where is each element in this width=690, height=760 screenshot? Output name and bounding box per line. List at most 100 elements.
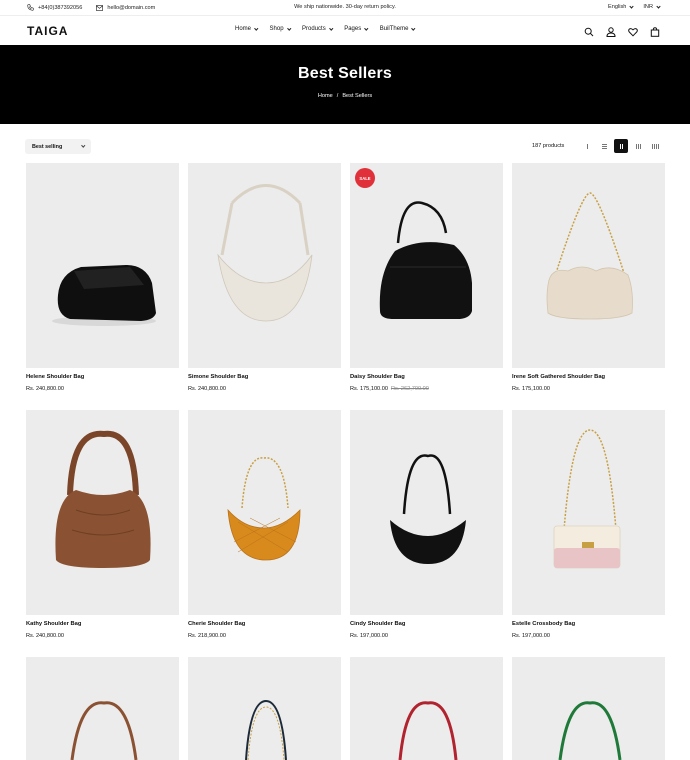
nav-home[interactable]: Home bbox=[235, 26, 259, 32]
chevron-down-icon bbox=[287, 26, 291, 30]
chevron-down-icon bbox=[329, 26, 333, 30]
bag-image bbox=[217, 184, 313, 322]
breadcrumb: Home / Best Sellers bbox=[0, 93, 690, 99]
page-title: Best Sellers bbox=[297, 65, 392, 82]
sort-value: Best selling bbox=[32, 143, 63, 150]
chevron-down-icon bbox=[656, 3, 661, 9]
bag-image bbox=[52, 265, 156, 326]
product-name[interactable]: Kathy Shoulder Bag bbox=[26, 621, 179, 627]
product-card[interactable]: Kathy Shoulder Bag Rs. 240,800.00 bbox=[26, 410, 179, 639]
product-image[interactable] bbox=[512, 410, 665, 615]
bag-image bbox=[379, 201, 472, 319]
product-image[interactable]: SALE bbox=[350, 163, 503, 368]
product-card[interactable]: Estelle Crossbody Bag Rs. 197,000.00 bbox=[512, 410, 665, 639]
breadcrumb-current: Best Sellers bbox=[342, 93, 373, 99]
email-contact[interactable]: hello@domain.com bbox=[96, 5, 155, 11]
sort-select[interactable]: Best selling bbox=[25, 139, 91, 154]
product-image[interactable] bbox=[188, 410, 341, 615]
product-price: Rs. 240,800.00 bbox=[188, 386, 341, 392]
product-price: Rs. 175,100.00 bbox=[512, 386, 665, 392]
bag-icon[interactable] bbox=[650, 24, 660, 37]
product-card[interactable] bbox=[188, 657, 341, 760]
bag-image bbox=[55, 430, 151, 568]
product-card[interactable] bbox=[350, 657, 503, 760]
chevron-down-icon bbox=[411, 26, 416, 30]
main-nav: Home Shop Products Pages BuilTheme bbox=[235, 26, 416, 32]
user-icon[interactable] bbox=[606, 24, 616, 37]
product-image[interactable] bbox=[188, 163, 341, 368]
bag-image bbox=[245, 699, 287, 760]
bag-image bbox=[553, 429, 621, 569]
product-card[interactable]: SALE Daisy Shoulder Bag Rs. 175,100.00 Rs… bbox=[350, 163, 503, 392]
current-price: Rs. 175,100.00 bbox=[512, 386, 550, 392]
product-name[interactable]: Cherie Shoulder Bag bbox=[188, 621, 341, 627]
product-name[interactable]: Cindy Shoulder Bag bbox=[350, 621, 503, 627]
current-price: Rs. 175,100.00 bbox=[350, 386, 388, 392]
nav-label: Products bbox=[302, 26, 326, 32]
product-image[interactable] bbox=[350, 657, 503, 760]
current-price: Rs. 197,000.00 bbox=[350, 633, 388, 639]
bag-image bbox=[398, 701, 458, 760]
nav-builtheme[interactable]: BuilTheme bbox=[380, 26, 416, 32]
product-price: Rs. 240,800.00 bbox=[26, 386, 179, 392]
breadcrumb-separator: / bbox=[336, 93, 339, 99]
product-name[interactable]: Irene Soft Gathered Shoulder Bag bbox=[512, 374, 665, 380]
site-header: TAIGA Home Shop Products Pages BuilTheme bbox=[0, 16, 690, 45]
top-bar: +84(0)387392056 hello@domain.com We ship… bbox=[0, 0, 690, 16]
compare-price: Rs. 262,700.00 bbox=[390, 386, 429, 392]
currency-selector[interactable]: INR bbox=[643, 3, 661, 10]
mail-icon bbox=[96, 4, 104, 11]
bag-image bbox=[227, 457, 301, 561]
product-price: Rs. 197,000.00 bbox=[512, 633, 665, 639]
view-4-column-button[interactable] bbox=[648, 139, 662, 153]
product-name[interactable]: Estelle Crossbody Bag bbox=[512, 621, 665, 627]
language-label: English bbox=[608, 4, 627, 10]
sale-badge: SALE bbox=[355, 168, 375, 188]
view-2-column-button[interactable] bbox=[614, 139, 628, 153]
product-name[interactable]: Helene Shoulder Bag bbox=[26, 374, 179, 380]
heart-icon[interactable] bbox=[628, 24, 638, 37]
view-3-column-button[interactable] bbox=[631, 139, 645, 153]
product-price: Rs. 240,800.00 bbox=[26, 633, 179, 639]
view-1-column-button[interactable] bbox=[580, 139, 594, 153]
current-price: Rs. 240,800.00 bbox=[26, 633, 64, 639]
product-image[interactable] bbox=[512, 163, 665, 368]
product-card[interactable]: Simone Shoulder Bag Rs. 240,800.00 bbox=[188, 163, 341, 392]
product-image[interactable] bbox=[26, 657, 179, 760]
product-price: Rs. 197,000.00 bbox=[350, 633, 503, 639]
search-icon[interactable] bbox=[584, 24, 594, 37]
product-card[interactable]: Irene Soft Gathered Shoulder Bag Rs. 175… bbox=[512, 163, 665, 392]
product-name[interactable]: Simone Shoulder Bag bbox=[188, 374, 341, 380]
product-count: 187 products bbox=[532, 143, 565, 149]
product-card[interactable]: Cherie Shoulder Bag Rs. 218,900.00 bbox=[188, 410, 341, 639]
product-image[interactable] bbox=[26, 163, 179, 368]
product-image[interactable] bbox=[188, 657, 341, 760]
nav-shop[interactable]: Shop bbox=[270, 26, 291, 32]
nav-pages[interactable]: Pages bbox=[344, 26, 369, 32]
chevron-down-icon bbox=[364, 26, 369, 30]
product-card[interactable]: Helene Shoulder Bag Rs. 240,800.00 bbox=[26, 163, 179, 392]
current-price: Rs. 240,800.00 bbox=[188, 386, 226, 392]
nav-label: Pages bbox=[344, 26, 362, 32]
product-card[interactable] bbox=[26, 657, 179, 760]
language-selector[interactable]: English bbox=[608, 3, 634, 10]
view-list-button[interactable] bbox=[597, 139, 611, 153]
logo[interactable]: TAIGA bbox=[27, 24, 68, 38]
product-card[interactable] bbox=[512, 657, 665, 760]
product-image[interactable] bbox=[350, 410, 503, 615]
phone-contact[interactable]: +84(0)387392056 bbox=[27, 4, 82, 11]
nav-products[interactable]: Products bbox=[302, 26, 333, 32]
product-card[interactable]: Cindy Shoulder Bag Rs. 197,000.00 bbox=[350, 410, 503, 639]
view-switcher bbox=[580, 139, 662, 153]
chevron-down-icon bbox=[629, 3, 634, 9]
bag-image bbox=[390, 454, 466, 564]
product-name[interactable]: Daisy Shoulder Bag bbox=[350, 374, 503, 380]
current-price: Rs. 218,900.00 bbox=[188, 633, 226, 639]
product-image[interactable] bbox=[26, 410, 179, 615]
product-price: Rs. 175,100.00 Rs. 262,700.00 bbox=[350, 386, 503, 392]
phone-icon bbox=[27, 4, 34, 11]
currency-label: INR bbox=[643, 4, 653, 10]
phone-number: +84(0)387392056 bbox=[38, 4, 83, 11]
breadcrumb-home[interactable]: Home bbox=[318, 93, 333, 99]
product-image[interactable] bbox=[512, 657, 665, 760]
